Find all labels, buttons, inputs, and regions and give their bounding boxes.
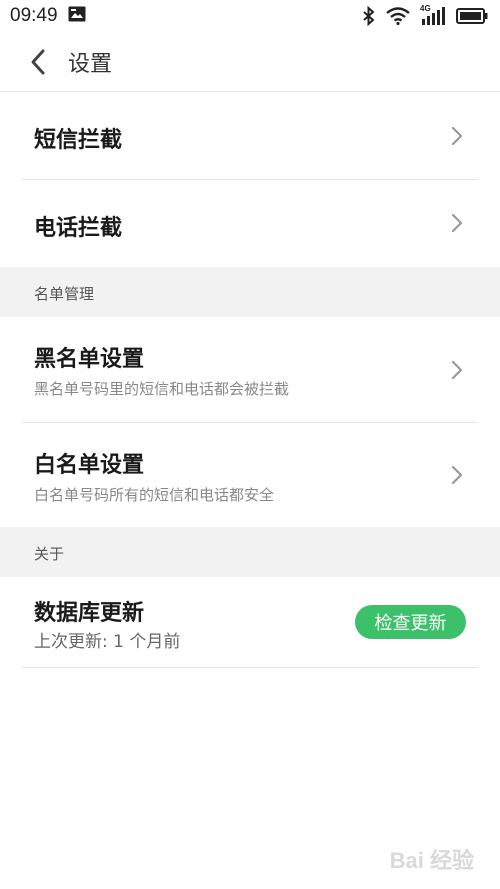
back-button[interactable] [8, 32, 68, 92]
status-right: 4G [362, 4, 488, 26]
signal-icon: 4G [420, 4, 446, 26]
sms-block-row[interactable]: 短信拦截 [0, 92, 500, 180]
chevron-left-icon [31, 49, 45, 74]
divider [22, 667, 478, 668]
status-left: 09:49 [10, 5, 86, 27]
section-label: 关于 [34, 545, 65, 563]
watermark-logo: Bai 经验 [389, 848, 474, 873]
image-icon [68, 6, 86, 26]
bluetooth-icon [362, 6, 376, 26]
battery-icon [456, 8, 488, 24]
call-block-title: 电话拦截 [34, 216, 123, 241]
chevron-right-icon [451, 465, 463, 485]
wifi-icon [386, 7, 410, 25]
database-title: 数据库更新 [34, 601, 145, 626]
chevron-right-icon [451, 360, 463, 380]
blacklist-title: 黑名单设置 [34, 347, 145, 372]
section-label: 名单管理 [34, 285, 95, 303]
app-header: 设置 [0, 32, 500, 92]
whitelist-subtitle: 白名单号码所有的短信和电话都安全 [34, 486, 275, 504]
sms-block-title: 短信拦截 [34, 128, 123, 153]
section-about: 关于 [0, 527, 500, 577]
whitelist-row[interactable]: 白名单设置 白名单号码所有的短信和电话都安全 [0, 423, 500, 527]
chevron-right-icon [451, 213, 463, 233]
call-block-row[interactable]: 电话拦截 [0, 180, 500, 267]
blacklist-row[interactable]: 黑名单设置 黑名单号码里的短信和电话都会被拦截 [0, 317, 500, 422]
chevron-right-icon [451, 126, 463, 146]
whitelist-title: 白名单设置 [34, 453, 145, 478]
status-time: 09:49 [10, 5, 58, 26]
section-list-management: 名单管理 [0, 267, 500, 317]
page-title: 设置 [68, 51, 113, 77]
database-subtitle: 上次更新: 1 个月前 [34, 632, 181, 652]
database-update-row: 数据库更新 上次更新: 1 个月前 检查更新 [0, 577, 500, 667]
blacklist-subtitle: 黑名单号码里的短信和电话都会被拦截 [34, 380, 290, 398]
check-update-button[interactable]: 检查更新 [355, 605, 466, 639]
status-bar: 09:49 4G [0, 0, 500, 32]
